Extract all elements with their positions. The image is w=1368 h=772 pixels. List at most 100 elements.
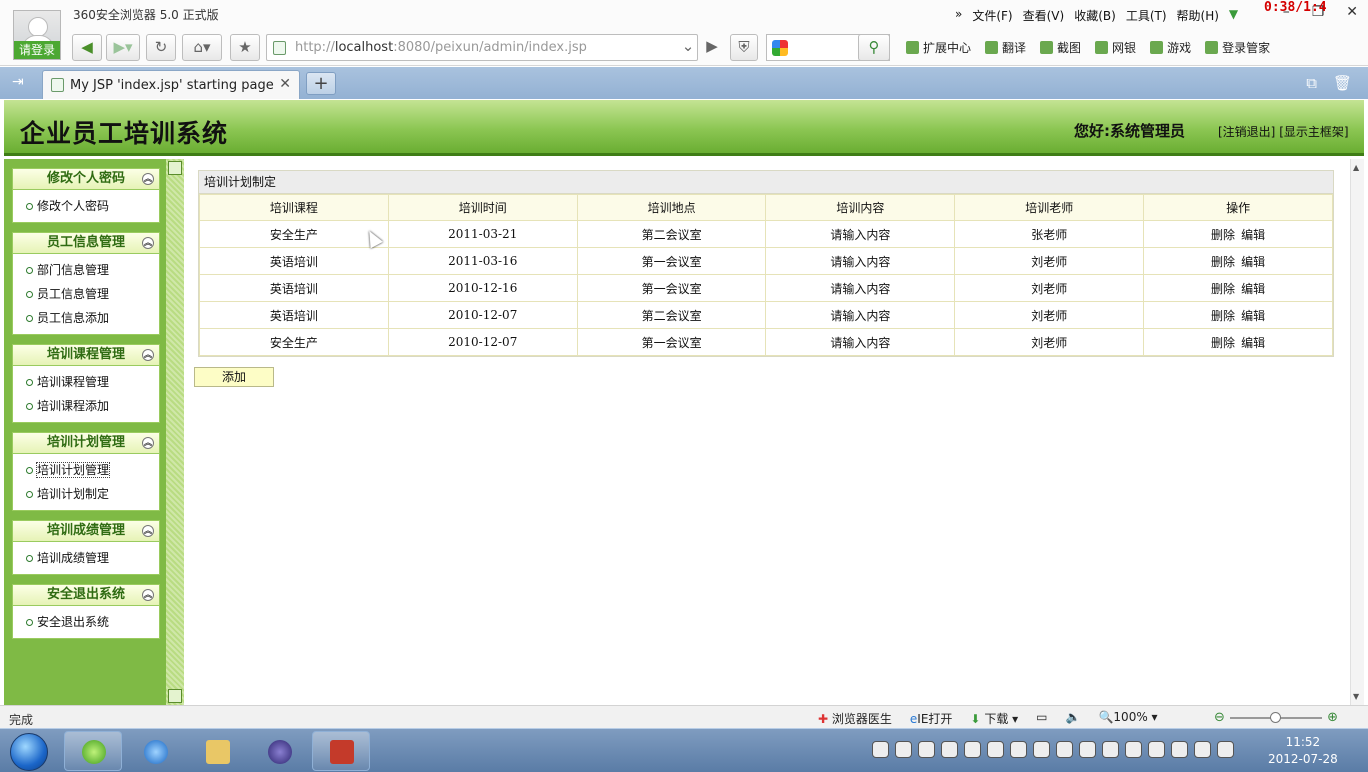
tray-flag-icon[interactable] xyxy=(1148,741,1165,758)
back-button[interactable]: ◀ xyxy=(72,34,102,61)
tray-app-icon[interactable] xyxy=(987,741,1004,758)
tray-app-icon[interactable] xyxy=(1102,741,1119,758)
divider-top-button[interactable] xyxy=(168,161,182,175)
zoom-knob[interactable] xyxy=(1270,712,1281,723)
address-bar[interactable]: http://localhost:8080/peixun/admin/index… xyxy=(266,34,698,61)
browser-doctor-button[interactable]: ✚ 浏览器医生 xyxy=(818,710,892,727)
frame-divider[interactable] xyxy=(166,159,184,705)
add-plan-button[interactable]: 添加 xyxy=(194,367,274,387)
collapse-icon[interactable]: ︽ xyxy=(142,237,154,249)
tray-shield-icon[interactable] xyxy=(1010,741,1027,758)
collapse-icon[interactable]: ︽ xyxy=(142,173,154,185)
delete-link[interactable]: 删除 xyxy=(1211,336,1235,350)
download-button[interactable]: ⬇ 下载 ▾ xyxy=(970,710,1018,727)
search-engine-icon[interactable] xyxy=(772,40,788,56)
taskbar-ie[interactable] xyxy=(126,731,184,771)
skin-shirt-icon[interactable]: ▼ xyxy=(1229,7,1238,24)
zoom-slider[interactable]: ⊖ ⊕ xyxy=(1212,710,1342,725)
sidebar-group-title[interactable]: 培训成绩管理 ︽ xyxy=(12,520,160,542)
delete-link[interactable]: 删除 xyxy=(1211,228,1235,242)
tray-qq-icon[interactable] xyxy=(872,741,889,758)
collapse-icon[interactable]: ︽ xyxy=(142,437,154,449)
delete-link[interactable]: 删除 xyxy=(1211,282,1235,296)
trash-icon[interactable]: 🗑 xyxy=(1333,74,1352,92)
sidebar-group-title[interactable]: 修改个人密码 ︽ xyxy=(12,168,160,190)
sidebar-item-employee-add[interactable]: 员工信息添加 xyxy=(13,306,159,330)
menu-help[interactable]: 帮助(H) xyxy=(1177,7,1219,24)
taskbar-clock[interactable]: 11:52 2012-07-28 xyxy=(1268,734,1338,768)
sidebar-group-title[interactable]: 员工信息管理 ︽ xyxy=(12,232,160,254)
edit-link[interactable]: 编辑 xyxy=(1241,255,1265,269)
translate-button[interactable]: 翻译 xyxy=(985,39,1026,56)
home-icon[interactable]: ⌂▾ xyxy=(182,34,222,61)
menu-favorites[interactable]: 收藏(B) xyxy=(1074,7,1116,24)
new-tab-button[interactable]: + xyxy=(306,72,336,95)
taskbar-eclipse[interactable] xyxy=(250,731,308,771)
tray-network-icon[interactable] xyxy=(1194,741,1211,758)
sidebar-group-title[interactable]: 培训课程管理 ︽ xyxy=(12,344,160,366)
menu-file[interactable]: 文件(F) xyxy=(972,7,1012,24)
sidebar-item-employee-manage[interactable]: 员工信息管理 xyxy=(13,282,159,306)
tab-close-icon[interactable]: ✕ xyxy=(279,76,291,92)
window-icon[interactable]: ▭ xyxy=(1036,710,1047,727)
tray-qq-icon[interactable] xyxy=(895,741,912,758)
close-icon[interactable]: ✕ xyxy=(1346,4,1358,20)
zoom-in-icon[interactable]: ⊕ xyxy=(1327,710,1338,725)
zoom-button[interactable]: 🔍100% ▾ xyxy=(1098,710,1157,727)
tray-shield-icon[interactable] xyxy=(1033,741,1050,758)
tray-app-icon[interactable] xyxy=(1171,741,1188,758)
sidebar-item-course-add[interactable]: 培训课程添加 xyxy=(13,394,159,418)
tray-qq-icon[interactable] xyxy=(918,741,935,758)
tray-app-icon[interactable] xyxy=(1056,741,1073,758)
start-button[interactable] xyxy=(10,733,48,771)
sidebar-item-course-manage[interactable]: 培训课程管理 xyxy=(13,370,159,394)
extension-center-button[interactable]: 扩展中心 xyxy=(906,39,971,56)
edit-link[interactable]: 编辑 xyxy=(1241,282,1265,296)
favorite-star-icon[interactable]: ★ xyxy=(230,34,260,61)
sidebar-item-score-manage[interactable]: 培训成绩管理 xyxy=(13,546,159,570)
scroll-up-icon[interactable]: ▲ xyxy=(1353,163,1359,172)
edit-link[interactable]: 编辑 xyxy=(1241,336,1265,350)
show-frame-link[interactable]: [显示主框架] xyxy=(1279,125,1348,139)
collapse-icon[interactable]: ︽ xyxy=(142,525,154,537)
login-button[interactable]: 请登录 xyxy=(14,41,60,59)
taskbar-explorer[interactable] xyxy=(188,731,246,771)
taskbar-toolbox[interactable] xyxy=(312,731,370,771)
address-text[interactable]: http://localhost:8080/peixun/admin/index… xyxy=(295,40,587,55)
edit-link[interactable]: 编辑 xyxy=(1241,309,1265,323)
search-icon[interactable]: ⚲ xyxy=(858,34,890,61)
screenshot-button[interactable]: 截图 xyxy=(1040,39,1081,56)
go-icon[interactable]: ▶ xyxy=(702,34,722,61)
sidebar-item-plan-create[interactable]: 培训计划制定 xyxy=(13,482,159,506)
forward-button[interactable]: ▶▾ xyxy=(106,34,140,61)
sidebar-group-title[interactable]: 培训计划管理 ︽ xyxy=(12,432,160,454)
divider-bottom-button[interactable] xyxy=(168,689,182,703)
delete-link[interactable]: 删除 xyxy=(1211,309,1235,323)
menu-view[interactable]: 查看(V) xyxy=(1023,7,1065,24)
tray-app-icon[interactable] xyxy=(1125,741,1142,758)
tray-refresh-icon[interactable] xyxy=(1079,741,1096,758)
ie-open-button[interactable]: eIE打开 xyxy=(910,710,953,727)
login-manager-button[interactable]: 登录管家 xyxy=(1205,39,1270,56)
edit-link[interactable]: 编辑 xyxy=(1241,228,1265,242)
user-avatar[interactable]: 请登录 xyxy=(13,10,61,60)
restore-tabs-icon[interactable]: ⧉ xyxy=(1306,74,1317,92)
delete-link[interactable]: 删除 xyxy=(1211,255,1235,269)
collapse-icon[interactable]: ︽ xyxy=(142,589,154,601)
tray-volume-icon[interactable] xyxy=(1217,741,1234,758)
tray-app-icon[interactable] xyxy=(964,741,981,758)
scroll-down-icon[interactable]: ▼ xyxy=(1353,692,1359,701)
sidebar-item-exit[interactable]: 安全退出系统 xyxy=(13,610,159,634)
menu-tools[interactable]: 工具(T) xyxy=(1126,7,1167,24)
tray-qq-icon[interactable] xyxy=(941,741,958,758)
logout-link[interactable]: [注销退出] xyxy=(1218,125,1275,139)
security-shield-icon[interactable]: ⛨ xyxy=(730,34,758,61)
refresh-icon[interactable]: ↻ xyxy=(146,34,176,61)
zoom-out-icon[interactable]: ⊖ xyxy=(1214,710,1225,725)
menu-chevron-icon[interactable]: » xyxy=(955,7,962,24)
sound-icon[interactable]: 🔈 xyxy=(1066,710,1081,727)
taskbar-360browser[interactable] xyxy=(64,731,122,771)
tab-index-jsp[interactable]: My JSP 'index.jsp' starting page ✕ xyxy=(42,70,300,99)
collapse-icon[interactable]: ︽ xyxy=(142,349,154,361)
online-banking-button[interactable]: 网银 xyxy=(1095,39,1136,56)
